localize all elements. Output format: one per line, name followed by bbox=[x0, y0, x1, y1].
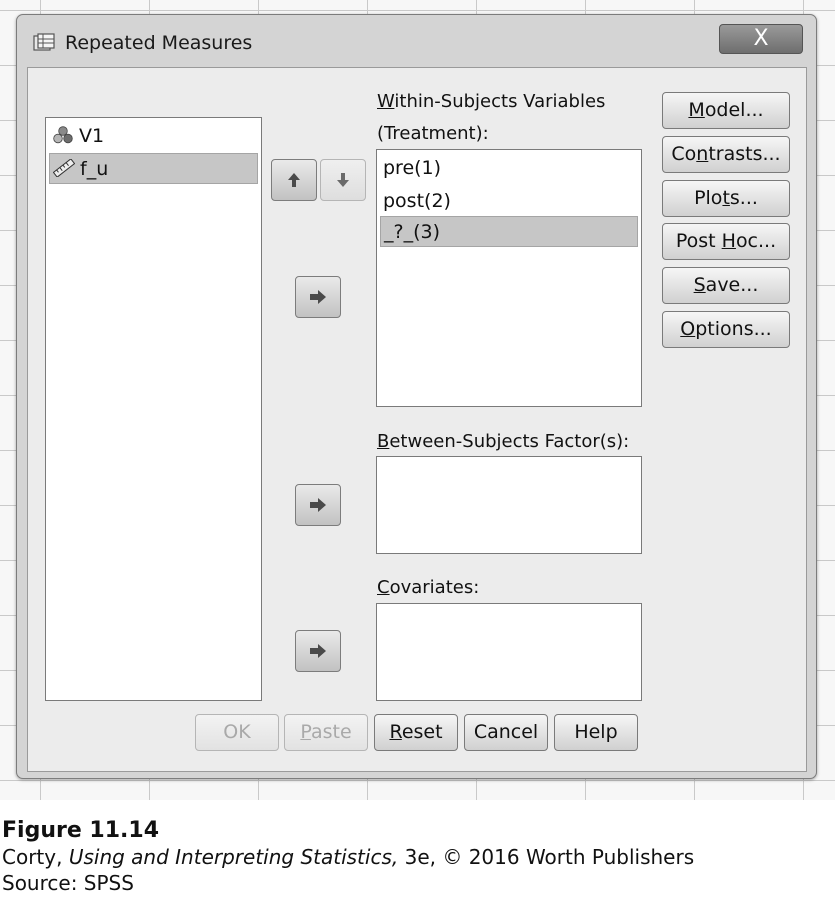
paste-button[interactable]: Paste bbox=[284, 714, 368, 751]
between-subjects-label: Between-Subjects Factor(s): bbox=[377, 431, 630, 452]
ok-button[interactable]: OK bbox=[195, 714, 279, 751]
list-item-label: V1 bbox=[79, 125, 105, 147]
figure-caption-citation: Corty, Using and Interpreting Statistics… bbox=[2, 845, 695, 869]
list-item-slot-3[interactable]: _?_(3) bbox=[380, 216, 638, 247]
help-button[interactable]: Help bbox=[554, 714, 638, 751]
list-item-label: f_u bbox=[80, 158, 109, 180]
dialog-app-icon bbox=[33, 33, 55, 51]
save-button[interactable]: Save... bbox=[662, 267, 790, 304]
list-item-v1[interactable]: V1 bbox=[49, 121, 258, 152]
move-down-button[interactable] bbox=[320, 159, 366, 201]
arrow-right-icon bbox=[310, 290, 326, 304]
between-subjects-factors-list[interactable] bbox=[376, 456, 642, 554]
figure-caption-source: Source: SPSS bbox=[2, 871, 134, 895]
title-bar: Repeated Measures X bbox=[17, 15, 816, 65]
repeated-measures-dialog: Repeated Measures X V1 f_u Within-Subjec… bbox=[16, 14, 817, 779]
move-up-button[interactable] bbox=[271, 159, 317, 201]
source-variable-list[interactable]: V1 f_u bbox=[45, 117, 262, 701]
dialog-title: Repeated Measures bbox=[65, 32, 253, 54]
scale-variable-icon bbox=[53, 159, 75, 177]
arrow-right-icon bbox=[310, 498, 326, 512]
move-to-between-subjects-button[interactable] bbox=[295, 484, 341, 526]
arrow-right-icon bbox=[310, 644, 326, 658]
list-item-pre[interactable]: pre(1) bbox=[380, 153, 638, 184]
within-subjects-variables-list[interactable]: pre(1) post(2) _?_(3) bbox=[376, 149, 642, 407]
close-button[interactable]: X bbox=[719, 24, 803, 54]
model-button[interactable]: Model... bbox=[662, 92, 790, 129]
close-icon: X bbox=[753, 26, 769, 51]
reset-button[interactable]: Reset bbox=[374, 714, 458, 751]
options-button[interactable]: Options... bbox=[662, 311, 790, 348]
contrasts-button[interactable]: Contrasts... bbox=[662, 136, 790, 173]
nominal-variable-icon bbox=[53, 126, 73, 144]
list-item-f-u[interactable]: f_u bbox=[49, 153, 258, 184]
arrow-up-icon bbox=[288, 173, 300, 187]
post-hoc-button[interactable]: Post Hoc... bbox=[662, 223, 790, 260]
move-to-within-subjects-button[interactable] bbox=[295, 276, 341, 318]
figure-caption-title: Figure 11.14 bbox=[2, 818, 159, 843]
plots-button[interactable]: Plots... bbox=[662, 180, 790, 217]
within-subjects-factor-label: (Treatment): bbox=[377, 123, 489, 144]
arrow-down-icon bbox=[337, 173, 349, 187]
dialog-client-area: V1 f_u Within-Subjects Variables (Treatm… bbox=[27, 67, 807, 772]
covariates-label: Covariates: bbox=[377, 577, 480, 598]
covariates-list[interactable] bbox=[376, 603, 642, 701]
cancel-button[interactable]: Cancel bbox=[464, 714, 548, 751]
move-to-covariates-button[interactable] bbox=[295, 630, 341, 672]
within-subjects-label: Within-Subjects Variables bbox=[377, 91, 606, 112]
list-item-post[interactable]: post(2) bbox=[380, 186, 638, 217]
